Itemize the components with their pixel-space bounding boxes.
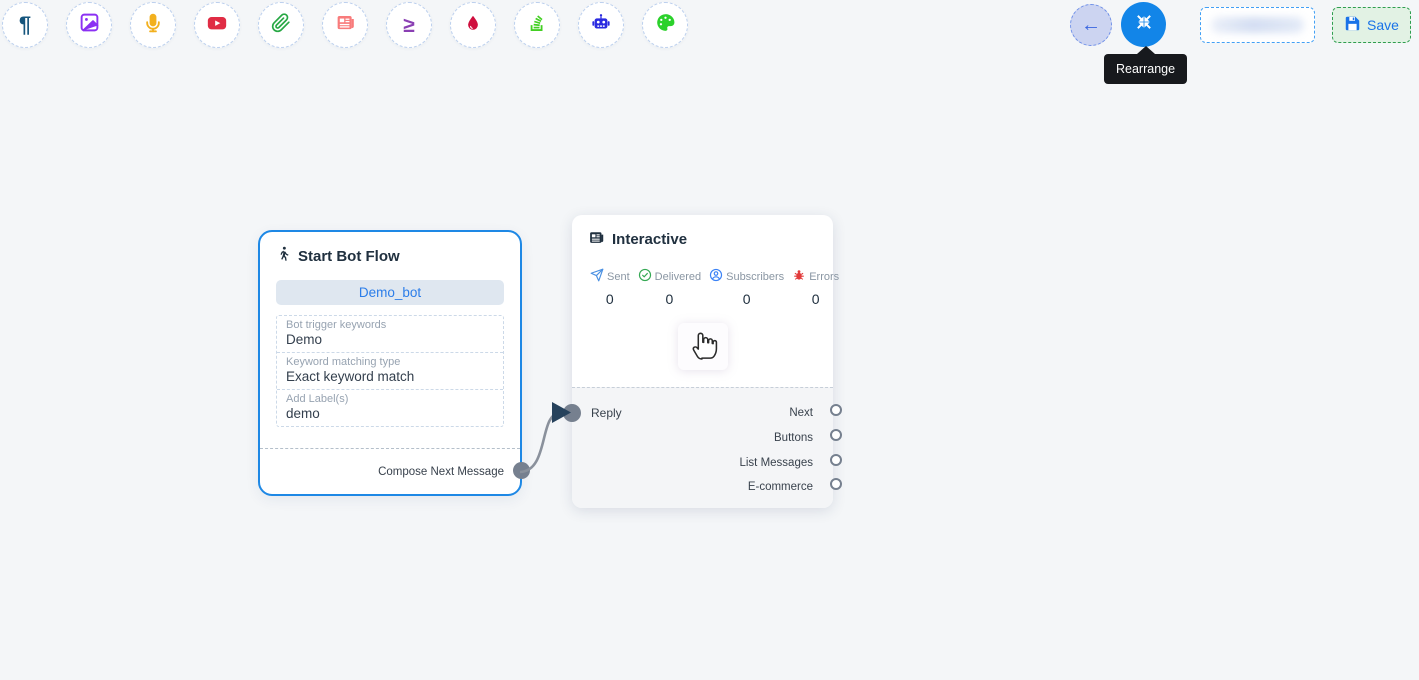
stat-errors-value: 0 <box>812 291 820 307</box>
toolbar-file-button[interactable] <box>258 2 304 48</box>
trigger-keywords-label: Bot trigger keywords <box>286 319 494 331</box>
toolbar-drip-button[interactable] <box>450 2 496 48</box>
interactive-node[interactable]: Interactive Sent 0 Delivered <box>572 215 833 508</box>
stat-sent-value: 0 <box>606 291 614 307</box>
greater-equal-icon: ≥ <box>403 15 415 36</box>
stat-delivered-label: Delivered <box>655 271 701 283</box>
toolbar-video-button[interactable] <box>194 2 240 48</box>
back-button[interactable]: ← <box>1070 4 1112 46</box>
trigger-keywords-value: Demo <box>286 332 494 347</box>
blurred-flow-name <box>1211 17 1304 33</box>
toolbar-card-button[interactable] <box>322 2 368 48</box>
compress-arrows-icon <box>1134 12 1154 37</box>
trigger-keywords-field[interactable]: Bot trigger keywords Demo <box>277 316 503 352</box>
rearrange-button[interactable] <box>1121 2 1166 47</box>
stat-sent-label: Sent <box>607 271 630 283</box>
hand-pointer-cursor <box>691 326 720 366</box>
stat-sent: Sent 0 <box>590 268 630 307</box>
keyword-matching-label: Keyword matching type <box>286 356 494 368</box>
stat-errors: Errors 0 <box>792 268 839 307</box>
stat-subscribers-value: 0 <box>743 291 751 307</box>
newspaper-card-icon <box>335 12 356 38</box>
ecommerce-output-port[interactable] <box>830 478 842 490</box>
add-labels-field[interactable]: Add Label(s) demo <box>277 389 503 426</box>
interactive-node-ports: Reply Next Buttons List Messages E-comme… <box>572 387 833 508</box>
interactive-stats: Sent 0 Delivered 0 Subscribers <box>590 268 833 307</box>
robot-icon <box>590 12 612 39</box>
node-toolbar: ¶ ≥ <box>2 2 688 48</box>
list-messages-output-port[interactable] <box>830 454 842 466</box>
bug-icon <box>792 268 806 285</box>
buttons-output-port[interactable] <box>830 429 842 441</box>
toolbar-theme-button[interactable] <box>642 2 688 48</box>
image-icon <box>79 12 100 38</box>
interactive-node-title: Interactive <box>612 231 687 248</box>
stack-icon <box>527 13 547 38</box>
start-bot-flow-node[interactable]: Start Bot Flow Demo_bot Bot trigger keyw… <box>258 230 522 496</box>
list-messages-port-label: List Messages <box>739 455 813 472</box>
person-walking-icon <box>276 246 291 267</box>
palette-icon <box>655 12 676 38</box>
toolbar-condition-button[interactable]: ≥ <box>386 2 432 48</box>
compose-next-message-label: Compose Next Message <box>378 466 504 478</box>
save-button-label: Save <box>1367 17 1399 33</box>
next-port-label: Next <box>789 405 813 422</box>
flow-name-field[interactable] <box>1200 7 1315 43</box>
compose-next-message-action[interactable]: Compose Next Message <box>260 448 520 494</box>
stat-subscribers: Subscribers 0 <box>709 268 784 307</box>
newspaper-icon <box>588 229 605 250</box>
microphone-icon <box>143 13 163 38</box>
floppy-save-icon <box>1344 15 1361 35</box>
ecommerce-port-label: E-commerce <box>748 479 813 496</box>
start-node-fields: Bot trigger keywords Demo Keyword matchi… <box>276 315 504 427</box>
start-node-output-port[interactable] <box>513 462 530 479</box>
bot-name-pill[interactable]: Demo_bot <box>276 280 504 305</box>
subscriber-icon <box>709 268 723 285</box>
toolbar-stack-button[interactable] <box>514 2 560 48</box>
save-button[interactable]: Save <box>1332 7 1411 43</box>
stat-subscribers-label: Subscribers <box>726 271 784 283</box>
paperclip-file-icon <box>271 13 291 38</box>
add-labels-label: Add Label(s) <box>286 393 494 405</box>
stat-errors-label: Errors <box>809 271 839 283</box>
next-output-port[interactable] <box>830 404 842 416</box>
stat-delivered-value: 0 <box>665 291 673 307</box>
start-node-header: Start Bot Flow <box>276 246 504 267</box>
youtube-video-icon <box>206 12 228 39</box>
send-icon <box>590 268 604 285</box>
buttons-port-label: Buttons <box>774 430 813 447</box>
toolbar-audio-button[interactable] <box>130 2 176 48</box>
add-labels-value: demo <box>286 406 494 421</box>
rearrange-tooltip: Rearrange <box>1104 54 1187 84</box>
arrow-left-icon: ← <box>1081 14 1101 37</box>
reply-port-label: Reply <box>591 406 622 420</box>
reply-input-port[interactable] <box>563 404 581 422</box>
toolbar-text-button[interactable]: ¶ <box>2 2 48 48</box>
flow-canvas[interactable]: ¶ ≥ <box>0 0 1419 680</box>
keyword-matching-field[interactable]: Keyword matching type Exact keyword matc… <box>277 352 503 389</box>
check-circle-icon <box>638 268 652 285</box>
toolbar-image-button[interactable] <box>66 2 112 48</box>
keyword-matching-value: Exact keyword match <box>286 369 494 384</box>
toolbar-bot-button[interactable] <box>578 2 624 48</box>
start-node-title: Start Bot Flow <box>298 248 400 265</box>
pilcrow-text-icon: ¶ <box>19 14 31 36</box>
interactive-node-header: Interactive <box>588 229 817 250</box>
droplet-icon <box>464 13 482 38</box>
stat-delivered: Delivered 0 <box>638 268 701 307</box>
